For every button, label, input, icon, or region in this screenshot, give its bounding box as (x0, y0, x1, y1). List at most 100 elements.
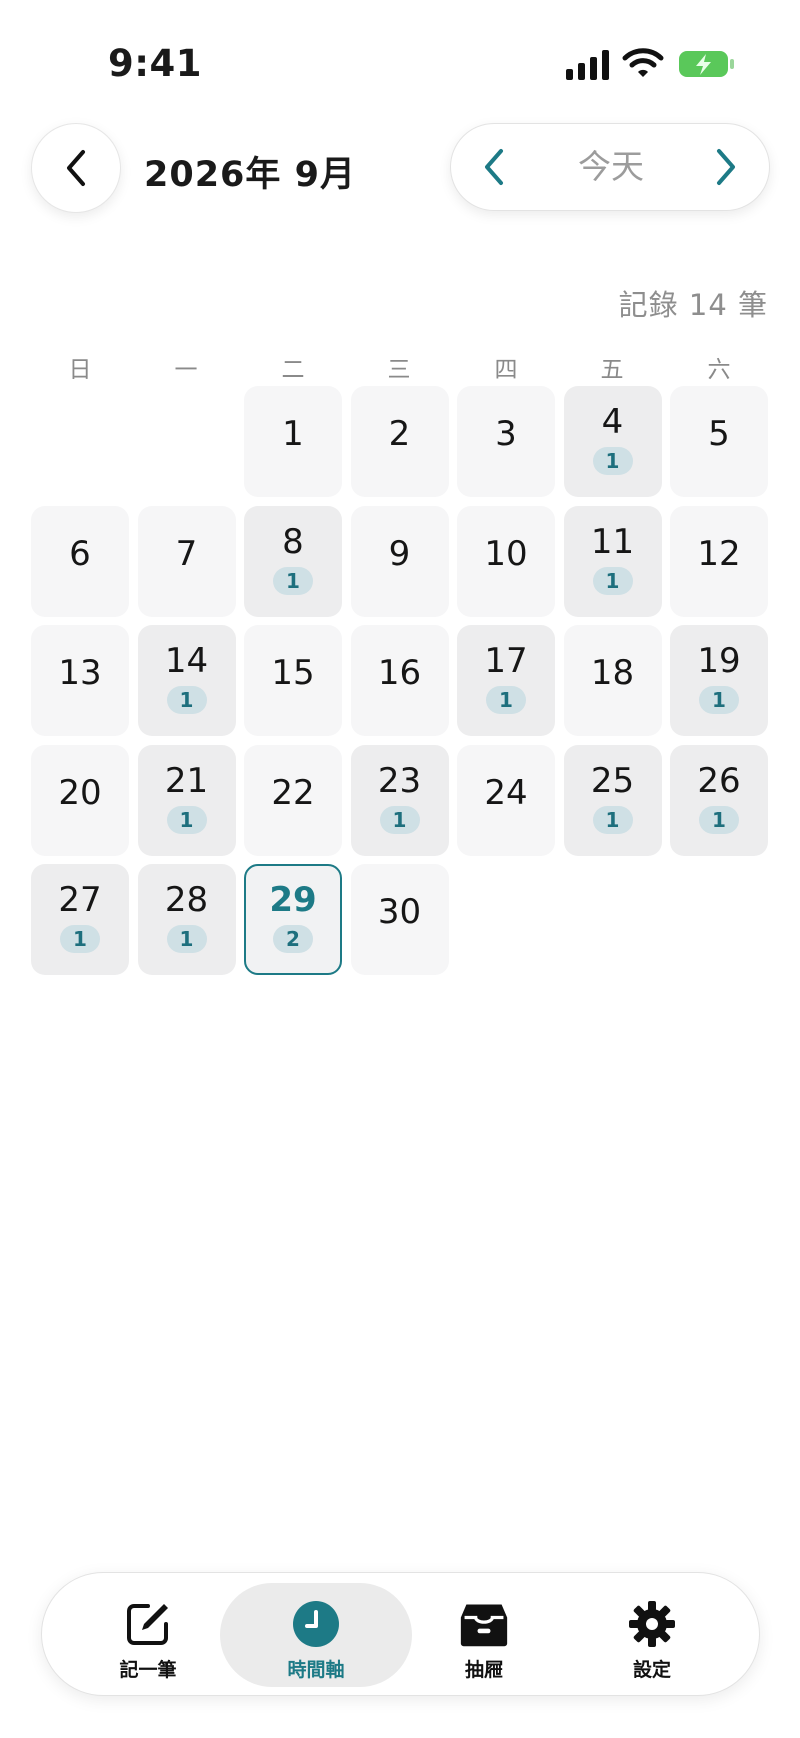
record-count-badge: 1 (592, 805, 633, 834)
day-number: 30 (377, 892, 422, 932)
calendar-day[interactable]: 19 1 (670, 625, 768, 736)
record-count-badge: 1 (592, 566, 633, 595)
calendar-day[interactable]: 14 1 (137, 625, 236, 736)
calendar-day[interactable]: 3 (457, 386, 555, 497)
day-number: 12 (697, 533, 741, 574)
calendar-day[interactable]: 9 (350, 505, 449, 617)
record-count-badge: 1 (379, 805, 420, 834)
calendar-day[interactable]: 22 (244, 744, 342, 856)
tab-drawer[interactable]: 抽屜 (388, 1583, 580, 1687)
record-count: 記錄 14 筆 (618, 288, 768, 322)
weekday-label: 六 (707, 357, 731, 383)
day-number: 13 (58, 653, 102, 693)
calendar-day[interactable]: 18 (563, 625, 662, 736)
day-number: 16 (377, 653, 422, 693)
day-number: 6 (69, 533, 91, 574)
calendar-day[interactable]: 24 (457, 744, 555, 856)
calendar-day[interactable]: 13 (31, 625, 129, 736)
page-title: 2026年 9月 (144, 155, 356, 195)
calendar-day[interactable]: 7 (137, 505, 236, 617)
day-number: 5 (708, 414, 730, 454)
gear-icon (627, 1599, 677, 1649)
weekday-label: 五 (600, 357, 624, 383)
record-count-badge: 1 (592, 447, 633, 475)
next-month-button[interactable] (703, 144, 749, 190)
day-number: 20 (58, 772, 102, 813)
chevron-right-icon (717, 149, 735, 185)
chevron-left-icon (67, 150, 85, 186)
record-count-badge: 1 (699, 805, 739, 834)
day-number: 3 (495, 414, 517, 454)
day-number: 8 (282, 521, 304, 562)
day-number: 29 (269, 880, 317, 920)
calendar-day[interactable]: 27 1 (31, 864, 129, 975)
record-count-badge: 1 (699, 686, 739, 714)
clock-icon (291, 1599, 341, 1649)
calendar-day[interactable]: 2 (350, 386, 449, 497)
calendar-day[interactable]: 15 (244, 625, 342, 736)
status-bar: 9:41 (0, 0, 800, 130)
calendar-day-today[interactable]: 29 2 (244, 864, 342, 975)
tab-compose[interactable]: 記一筆 (52, 1583, 244, 1687)
cellular-signal-icon (566, 50, 609, 80)
tab-label: 抽屜 (464, 1659, 503, 1681)
today-button[interactable]: 今天 (561, 142, 661, 192)
tab-settings[interactable]: 設定 (556, 1583, 748, 1687)
day-number: 1 (282, 414, 304, 454)
calendar-day[interactable]: 28 1 (137, 864, 236, 975)
record-count-badge: 1 (60, 925, 100, 953)
calendar-day[interactable]: 41 (563, 386, 662, 497)
tab-label: 設定 (632, 1659, 671, 1681)
day-number: 25 (590, 760, 635, 801)
calendar-day[interactable]: 16 (350, 625, 449, 736)
calendar-day[interactable]: 23 1 (350, 744, 449, 856)
day-number: 27 (58, 880, 102, 920)
record-count-badge: 2 (273, 925, 313, 953)
calendar-day[interactable]: 21 1 (137, 744, 236, 856)
calendar-day[interactable]: 25 1 (563, 744, 662, 856)
back-button[interactable] (31, 123, 121, 213)
weekday-label: 二 (281, 357, 305, 383)
calendar-day[interactable]: 6 (31, 505, 129, 617)
calendar-day[interactable]: 10 (457, 505, 555, 617)
record-count-badge: 1 (486, 686, 526, 714)
day-number: 22 (271, 772, 315, 813)
status-time: 9:41 (108, 42, 203, 85)
calendar-day[interactable]: 12 (670, 505, 768, 617)
day-number: 4 (601, 402, 624, 442)
day-number: 28 (164, 880, 209, 920)
record-count-badge: 1 (166, 686, 207, 714)
calendar-day[interactable]: 1 (244, 386, 342, 497)
day-number: 14 (164, 641, 209, 681)
day-number: 10 (484, 533, 528, 574)
month-navigator: 今天 (450, 123, 770, 211)
calendar-day[interactable]: 81 (244, 505, 342, 617)
tab-timeline[interactable]: 時間軸 (220, 1583, 412, 1687)
day-number: 17 (484, 641, 528, 681)
calendar-day[interactable]: 30 (350, 864, 449, 975)
chevron-left-icon (485, 149, 503, 185)
calendar-day[interactable]: 11 1 (563, 505, 662, 617)
calendar-day[interactable]: 17 1 (457, 625, 555, 736)
day-number: 18 (590, 653, 635, 693)
day-number: 2 (388, 414, 411, 454)
weekday-label: 三 (387, 357, 411, 383)
prev-month-button[interactable] (471, 144, 517, 190)
tab-bar: 記一筆 時間軸 抽屜 設定 (41, 1572, 760, 1696)
day-number: 26 (697, 760, 741, 801)
battery-charging-icon (679, 51, 734, 77)
calendar-day[interactable]: 26 1 (670, 744, 768, 856)
day-number: 7 (175, 533, 198, 574)
day-number: 9 (388, 533, 411, 574)
weekday-label: 四 (494, 357, 518, 383)
record-count-badge: 1 (166, 925, 207, 953)
calendar-day[interactable]: 5 (670, 386, 768, 497)
record-count-badge: 1 (166, 805, 207, 834)
drawer-icon (459, 1599, 509, 1649)
record-count-badge: 1 (273, 566, 313, 595)
day-number: 11 (590, 521, 635, 562)
tab-label: 記一筆 (119, 1659, 177, 1681)
day-number: 23 (377, 760, 422, 801)
calendar-day[interactable]: 20 (31, 744, 129, 856)
wifi-icon (622, 48, 664, 77)
